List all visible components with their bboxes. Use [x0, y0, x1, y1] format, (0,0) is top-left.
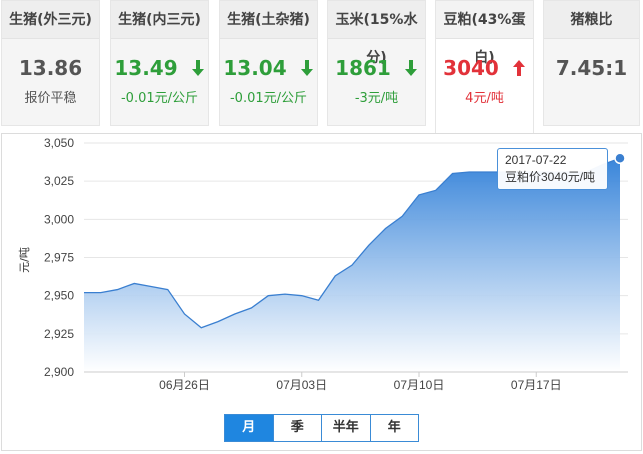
price-tabs: 生猪(外三元) 13.86 报价平稳 生猪(内三元) 13.49 -0.01元/… — [0, 0, 643, 134]
price-value: 3040 — [443, 56, 499, 80]
tab-pig-local[interactable]: 生猪(土杂猪) 13.04 -0.01元/公斤 — [219, 0, 318, 126]
tab-title: 生猪(外三元) — [2, 1, 99, 39]
tab-pig-internal[interactable]: 生猪(内三元) 13.49 -0.01元/公斤 — [110, 0, 209, 126]
x-tick-label: 07月10日 — [394, 378, 445, 392]
y-tick-label: 3,050 — [44, 136, 74, 150]
arrow-down-icon — [191, 60, 204, 76]
price-value: 1861 — [335, 56, 391, 80]
period-selector: 月 季 半年 年 — [224, 414, 419, 442]
y-tick-label: 3,025 — [44, 174, 74, 188]
tab-title: 豆粕(43%蛋白) — [436, 1, 533, 66]
x-tick-label: 07月03日 — [276, 378, 327, 392]
arrow-up-icon — [512, 60, 525, 76]
tab-soybean-meal[interactable]: 豆粕(43%蛋白) 3040 4元/吨 — [435, 0, 534, 134]
price-value: 13.86 — [18, 56, 83, 80]
tab-title: 猪粮比 — [544, 1, 639, 39]
x-tick-label: 07月17日 — [511, 378, 562, 392]
y-tick-label: 2,925 — [44, 327, 74, 341]
tab-title: 生猪(土杂猪) — [220, 1, 317, 39]
chart-tooltip: 2017-07-22 豆粕价3040元/吨 — [497, 148, 608, 190]
tab-corn[interactable]: 玉米(15%水分) 1861 -3元/吨 — [327, 0, 426, 126]
period-quarter-button[interactable]: 季 — [272, 415, 322, 441]
price-change: 报价平稳 — [24, 91, 77, 106]
period-month-button[interactable]: 月 — [225, 415, 273, 441]
x-tick-label: 06月26日 — [159, 378, 210, 392]
tab-title: 生猪(内三元) — [111, 1, 208, 39]
price-change: -0.01元/公斤 — [229, 91, 308, 106]
tab-pig-external[interactable]: 生猪(外三元) 13.86 报价平稳 — [1, 0, 100, 126]
arrow-down-icon — [404, 60, 417, 76]
y-tick-label: 2,900 — [44, 365, 74, 379]
y-tick-label: 2,975 — [44, 251, 74, 265]
y-axis-label: 元/吨 — [18, 247, 31, 273]
period-halfyear-button[interactable]: 半年 — [321, 415, 370, 441]
price-change: -0.01元/公斤 — [120, 91, 199, 106]
price-value: 13.04 — [223, 56, 287, 80]
period-year-button[interactable]: 年 — [369, 415, 419, 441]
highlight-point — [614, 152, 626, 165]
arrow-down-icon — [300, 60, 313, 76]
y-tick-label: 3,000 — [44, 212, 74, 226]
tooltip-value: 豆粕价3040元/吨 — [505, 170, 596, 184]
price-value: 13.49 — [114, 56, 178, 80]
price-change: 4元/吨 — [465, 91, 504, 106]
price-change: -3元/吨 — [354, 91, 399, 106]
price-value: 7.45:1 — [555, 56, 628, 80]
tooltip-date: 2017-07-22 — [505, 153, 567, 167]
tab-pig-grain-ratio[interactable]: 猪粮比 7.45:1 — [543, 0, 640, 126]
y-tick-label: 2,950 — [44, 289, 74, 303]
tab-title: 玉米(15%水分) — [328, 1, 425, 66]
